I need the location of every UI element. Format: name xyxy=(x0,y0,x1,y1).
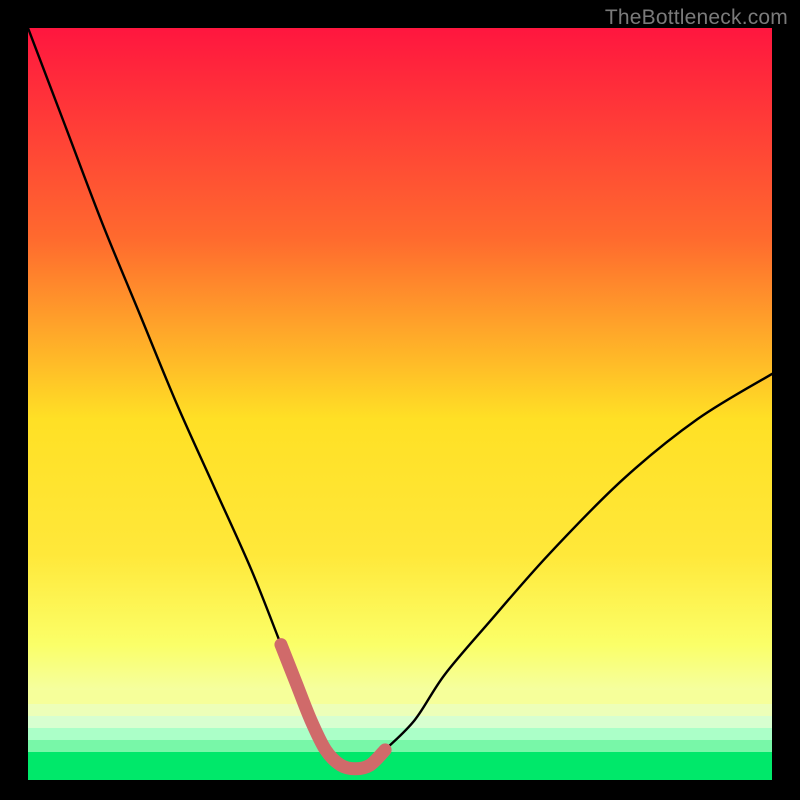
chart-frame: TheBottleneck.com xyxy=(0,0,800,800)
band-1 xyxy=(28,690,772,704)
chart-svg xyxy=(28,28,772,780)
band-4 xyxy=(28,728,772,740)
watermark-text: TheBottleneck.com xyxy=(605,6,788,30)
band-2 xyxy=(28,704,772,716)
band-6 xyxy=(28,752,772,780)
band-5 xyxy=(28,740,772,752)
plot-area xyxy=(28,28,772,780)
gradient-background xyxy=(28,28,772,780)
band-3 xyxy=(28,716,772,728)
